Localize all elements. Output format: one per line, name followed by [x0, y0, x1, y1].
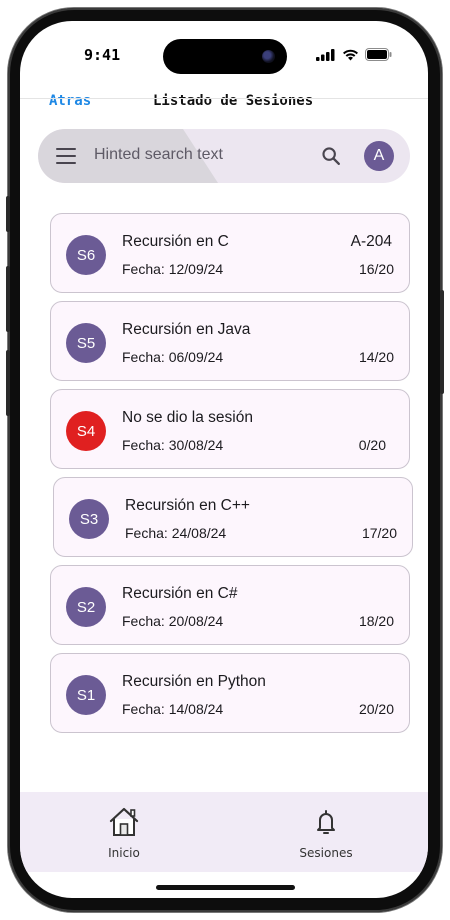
session-badge: S2 [66, 587, 106, 627]
session-date: Fecha: 24/08/24 [125, 525, 227, 541]
back-link[interactable]: Atras [49, 93, 91, 109]
session-date: Fecha: 14/08/24 [122, 701, 224, 717]
session-badge: S6 [66, 235, 106, 275]
mute-switch [6, 196, 10, 232]
session-badge: S5 [66, 323, 106, 363]
wifi-icon [343, 49, 358, 60]
volume-down-button [6, 350, 10, 416]
session-card[interactable]: S2 Recursión en C# Fecha: 20/08/24 18/20 [50, 565, 410, 645]
session-date: Fecha: 06/09/24 [122, 349, 224, 365]
power-button [440, 290, 444, 394]
session-score: 14/20 [358, 349, 394, 365]
session-card[interactable]: S3 Recursión en C++ Fecha: 24/08/24 17/2… [53, 477, 413, 557]
nav-item-sesiones[interactable]: Sesiones [286, 806, 366, 860]
dynamic-island [163, 39, 287, 74]
session-title: No se dio la sesión [122, 409, 253, 426]
camera-icon [262, 50, 275, 63]
bell-icon [317, 810, 335, 834]
header-divider [20, 98, 428, 99]
volume-up-button [6, 266, 10, 332]
session-title: Recursión en Java [122, 321, 251, 338]
session-date: Fecha: 30/08/24 [122, 437, 224, 453]
session-date: Fecha: 12/09/24 [122, 261, 224, 277]
search-icon[interactable] [320, 145, 342, 167]
screen: 9:41 Atras Listado de Sesiones Hinted se… [20, 21, 428, 898]
bottom-nav: Inicio Sesiones [20, 792, 428, 872]
page-title: Listado de Sesiones [153, 93, 314, 109]
session-score: 20/20 [358, 701, 394, 717]
session-card[interactable]: S4 No se dio la sesión Fecha: 30/08/24 0… [50, 389, 410, 469]
session-badge: S3 [69, 499, 109, 539]
nav-label-sesiones: Sesiones [299, 846, 353, 860]
search-input[interactable]: Hinted search text [94, 146, 223, 164]
status-icons [316, 48, 392, 61]
session-title: Recursión en C++ [125, 497, 250, 514]
status-time: 9:41 [84, 46, 121, 64]
session-room: A-204 [350, 233, 392, 250]
session-card[interactable]: S1 Recursión en Python Fecha: 14/08/24 2… [50, 653, 410, 733]
session-date: Fecha: 20/08/24 [122, 613, 224, 629]
session-card[interactable]: S5 Recursión en Java Fecha: 06/09/24 14/… [50, 301, 410, 381]
session-score: 17/20 [361, 525, 397, 541]
session-title: Recursión en Python [122, 673, 266, 690]
session-card[interactable]: S6 Recursión en C Fecha: 12/09/24 A-204 … [50, 213, 410, 293]
session-title: Recursión en C# [122, 585, 238, 602]
search-bar[interactable]: Hinted search text A [38, 129, 410, 183]
avatar[interactable]: A [364, 141, 394, 171]
home-icon [109, 807, 139, 836]
session-badge: S4 [66, 411, 106, 451]
cellular-signal-icon [316, 48, 335, 61]
session-title: Recursión en C [122, 233, 229, 250]
session-score: 16/20 [358, 261, 394, 277]
session-score: 0/20 [358, 437, 386, 453]
menu-icon[interactable] [56, 148, 76, 164]
session-badge: S1 [66, 675, 106, 715]
home-indicator[interactable] [156, 885, 295, 890]
battery-icon [365, 48, 392, 61]
nav-label-inicio: Inicio [108, 846, 140, 860]
session-score: 18/20 [358, 613, 394, 629]
nav-item-inicio[interactable]: Inicio [84, 806, 164, 860]
